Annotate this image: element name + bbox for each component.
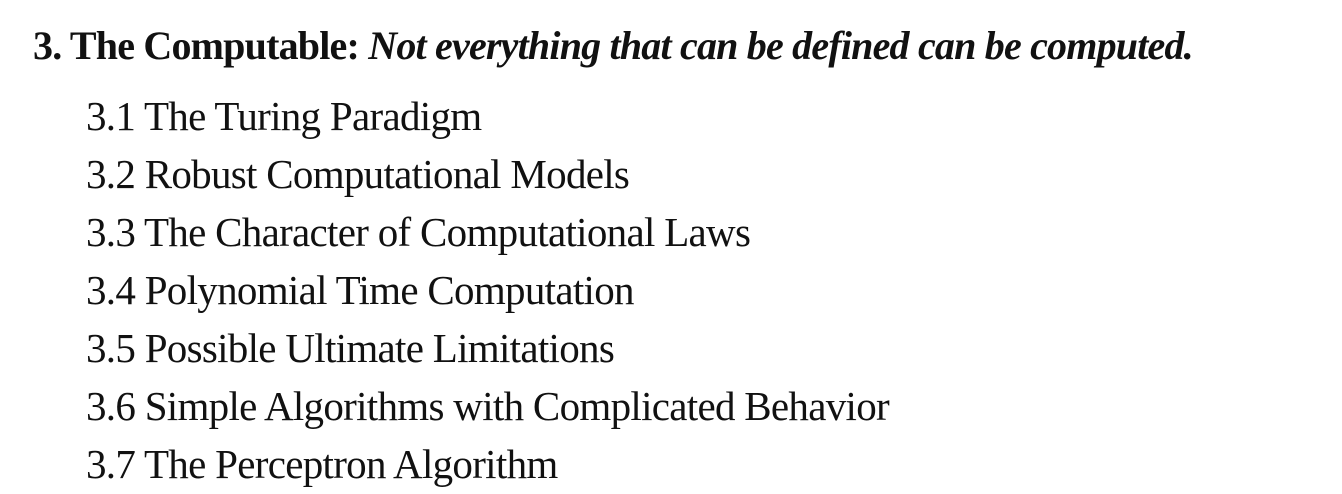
chapter-heading: 3. The Computable: Not everything that c… — [33, 20, 1194, 72]
section-item: 3.4 Polynomial Time Computation — [86, 267, 635, 313]
chapter-title: The Computable: — [69, 23, 360, 68]
section-item: 3.5 Possible Ultimate Limitations — [86, 325, 615, 371]
section-item: 3.2 Robust Computational Models — [86, 151, 630, 197]
chapter-tagline: Not everything that can be defined can b… — [368, 23, 1193, 68]
chapter-number: 3. — [33, 23, 62, 68]
section-item: 3.1 The Turing Paradigm — [86, 93, 482, 139]
section-item: 3.3 The Character of Computational Laws — [86, 209, 751, 255]
section-list: 3.1 The Turing Paradigm 3.2 Robust Compu… — [86, 87, 890, 493]
section-item: 3.7 The Perceptron Algorithm — [86, 441, 558, 487]
section-item: 3.6 Simple Algorithms with Complicated B… — [86, 383, 890, 429]
table-of-contents: 3. The Computable: Not everything that c… — [0, 0, 1342, 494]
